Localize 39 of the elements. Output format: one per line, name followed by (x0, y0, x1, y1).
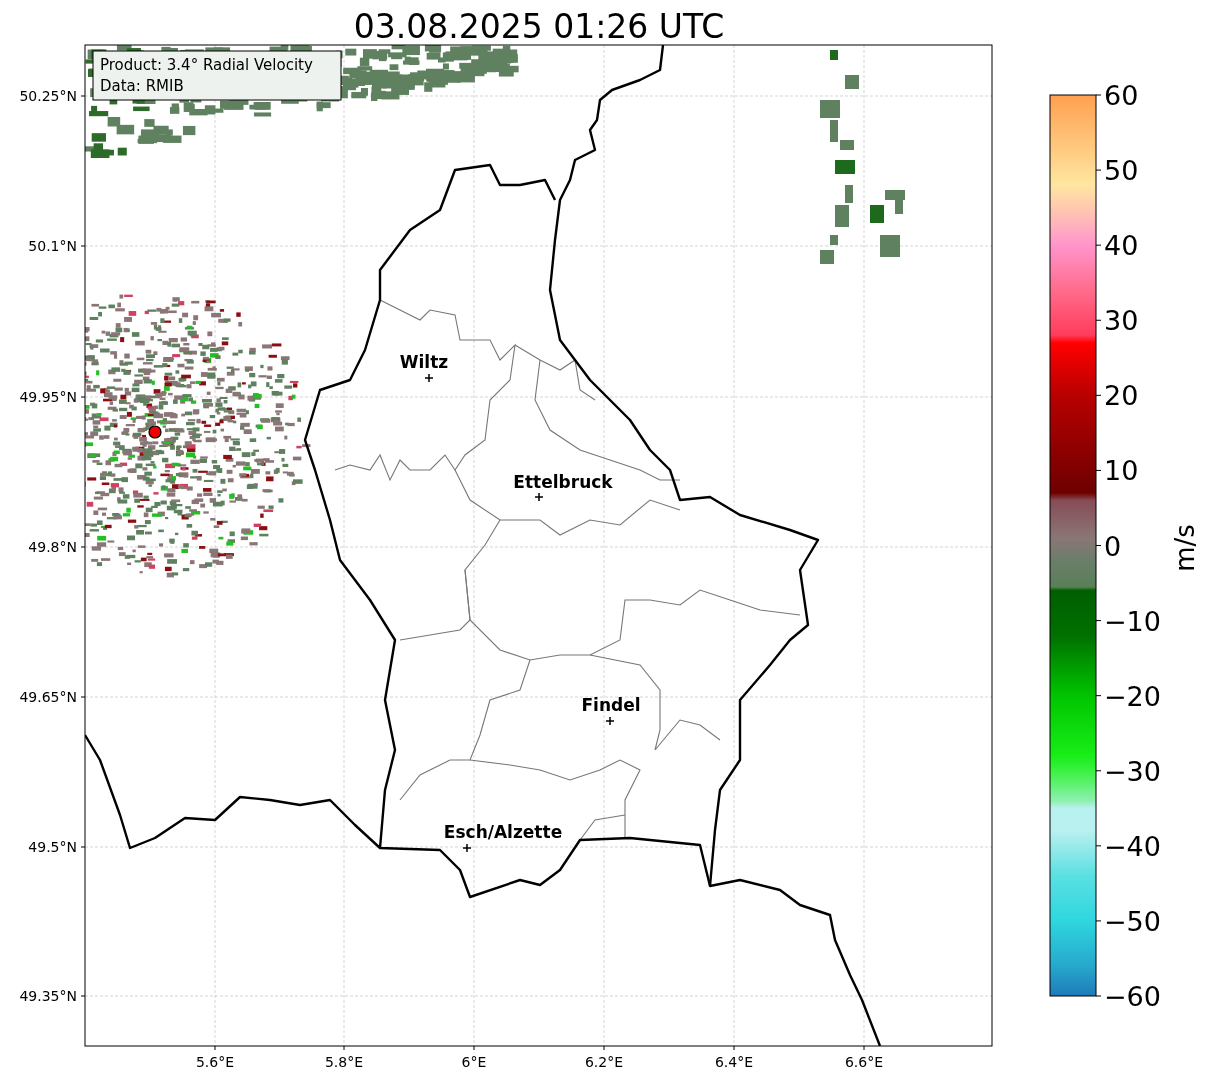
longitude-label: 6°E (461, 1054, 487, 1070)
latitude-label: 50.25°N (19, 88, 77, 104)
latitude-label: 49.8°N (28, 539, 77, 555)
colorbar-tick-label: −10 (1104, 605, 1161, 637)
colorbar-tick-label: 60 (1104, 80, 1139, 111)
colorbar-tick-label: −50 (1104, 905, 1161, 937)
longitude-label: 6.6°E (844, 1054, 884, 1070)
info-text: Data: RMIB (100, 77, 184, 95)
colorbar-tick-label: −60 (1104, 981, 1161, 1012)
city-label: Esch/Alzette (443, 822, 563, 842)
latitude-label: 49.65°N (19, 689, 77, 705)
city-marker-icon (462, 843, 472, 853)
longitude-label: 6.4°E (714, 1054, 754, 1070)
colorbar-tick-label: −20 (1104, 680, 1161, 712)
chart-title: 03.08.2025 01:26 UTC (353, 7, 725, 46)
colorbar-tick-label: 40 (1104, 230, 1139, 262)
colorbar-tick-label: −40 (1104, 830, 1161, 862)
latitude-label: 49.95°N (19, 389, 77, 405)
city-label: Ettelbruck (513, 472, 613, 492)
longitude-label: 5.8°E (324, 1054, 364, 1070)
colorbar-tick-label: 0 (1104, 530, 1122, 562)
longitude-label: 6.2°E (584, 1054, 624, 1070)
city-marker-icon (424, 373, 434, 383)
city-label: Wiltz (399, 352, 449, 372)
city-label: Findel (581, 695, 641, 715)
latitude-label: 49.5°N (28, 839, 77, 855)
colorbar-tick-label: 50 (1104, 155, 1139, 187)
colorbar-tick-label: 10 (1104, 455, 1139, 487)
latitude-label: 50.1°N (28, 238, 77, 254)
radar-site-icon (148, 425, 162, 439)
city-marker-icon (534, 492, 544, 502)
longitude-label: 5.6°E (195, 1054, 235, 1070)
colorbar-unit-label: m/s (1170, 524, 1200, 572)
colorbar-tick-label: −30 (1104, 755, 1161, 787)
city-marker-icon (605, 716, 615, 726)
latitude-label: 49.35°N (19, 988, 77, 1004)
colorbar-tick-label: 20 (1104, 380, 1139, 412)
info-text: Product: 3.4° Radial Velocity (100, 56, 313, 74)
colorbar-tick-label: 30 (1104, 305, 1139, 337)
